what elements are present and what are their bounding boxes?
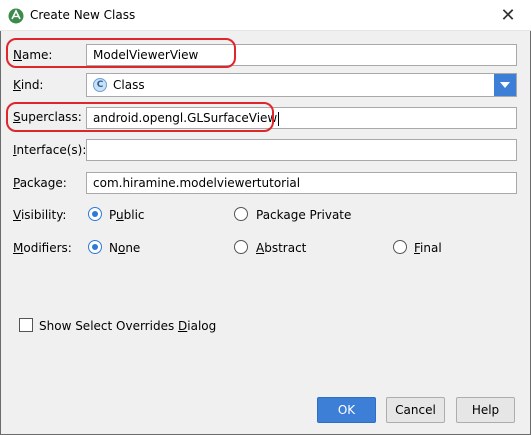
title-bar: Create New Class ✕ (0, 0, 531, 31)
cancel-button[interactable]: Cancel (386, 397, 445, 423)
modifier-abstract-label: Abstract (256, 241, 307, 255)
help-button[interactable]: Help (456, 397, 515, 423)
close-icon[interactable]: ✕ (500, 5, 515, 26)
package-field[interactable]: com.hiramine.modelviewertutorial (86, 172, 517, 194)
visibility-package-private-radio[interactable] (234, 207, 248, 221)
window-title: Create New Class (30, 8, 136, 22)
interfaces-label: Interface(s): (13, 143, 87, 157)
close-button[interactable]: ✕ (485, 0, 531, 31)
ok-button[interactable]: OK (317, 397, 376, 423)
visibility-public-radio[interactable] (88, 207, 102, 221)
kind-label: Kind: (13, 78, 44, 92)
kind-dropdown[interactable]: C Class (86, 73, 517, 97)
visibility-package-private-label: Package Private (256, 208, 352, 222)
modifier-abstract-radio[interactable] (234, 240, 248, 254)
android-studio-icon (8, 8, 24, 24)
modifier-none-radio[interactable] (88, 240, 102, 254)
kind-value: Class (113, 78, 145, 92)
modifier-final-label: Final (414, 241, 442, 255)
name-label: Name: (13, 48, 53, 62)
dropdown-arrow[interactable] (494, 74, 516, 96)
package-label: Package: (13, 176, 67, 190)
superclass-label: Superclass: (13, 110, 82, 124)
chevron-down-icon (500, 82, 510, 88)
interfaces-field[interactable] (86, 139, 517, 161)
show-overrides-label: Show Select Overrides Dialog (39, 319, 217, 333)
visibility-label: Visibility: (13, 208, 67, 222)
class-icon: C (93, 78, 107, 92)
name-field[interactable]: ModelViewerView (86, 44, 517, 66)
modifier-final-radio[interactable] (393, 240, 407, 254)
superclass-field[interactable]: android.opengl.GLSurfaceView (86, 107, 517, 129)
modifier-none-label: None (109, 241, 141, 255)
modifiers-label: Modifiers: (13, 241, 72, 255)
visibility-public-label: Public (109, 208, 145, 222)
superclass-value: android.opengl.GLSurfaceView (93, 111, 278, 125)
show-overrides-checkbox[interactable] (19, 318, 33, 332)
